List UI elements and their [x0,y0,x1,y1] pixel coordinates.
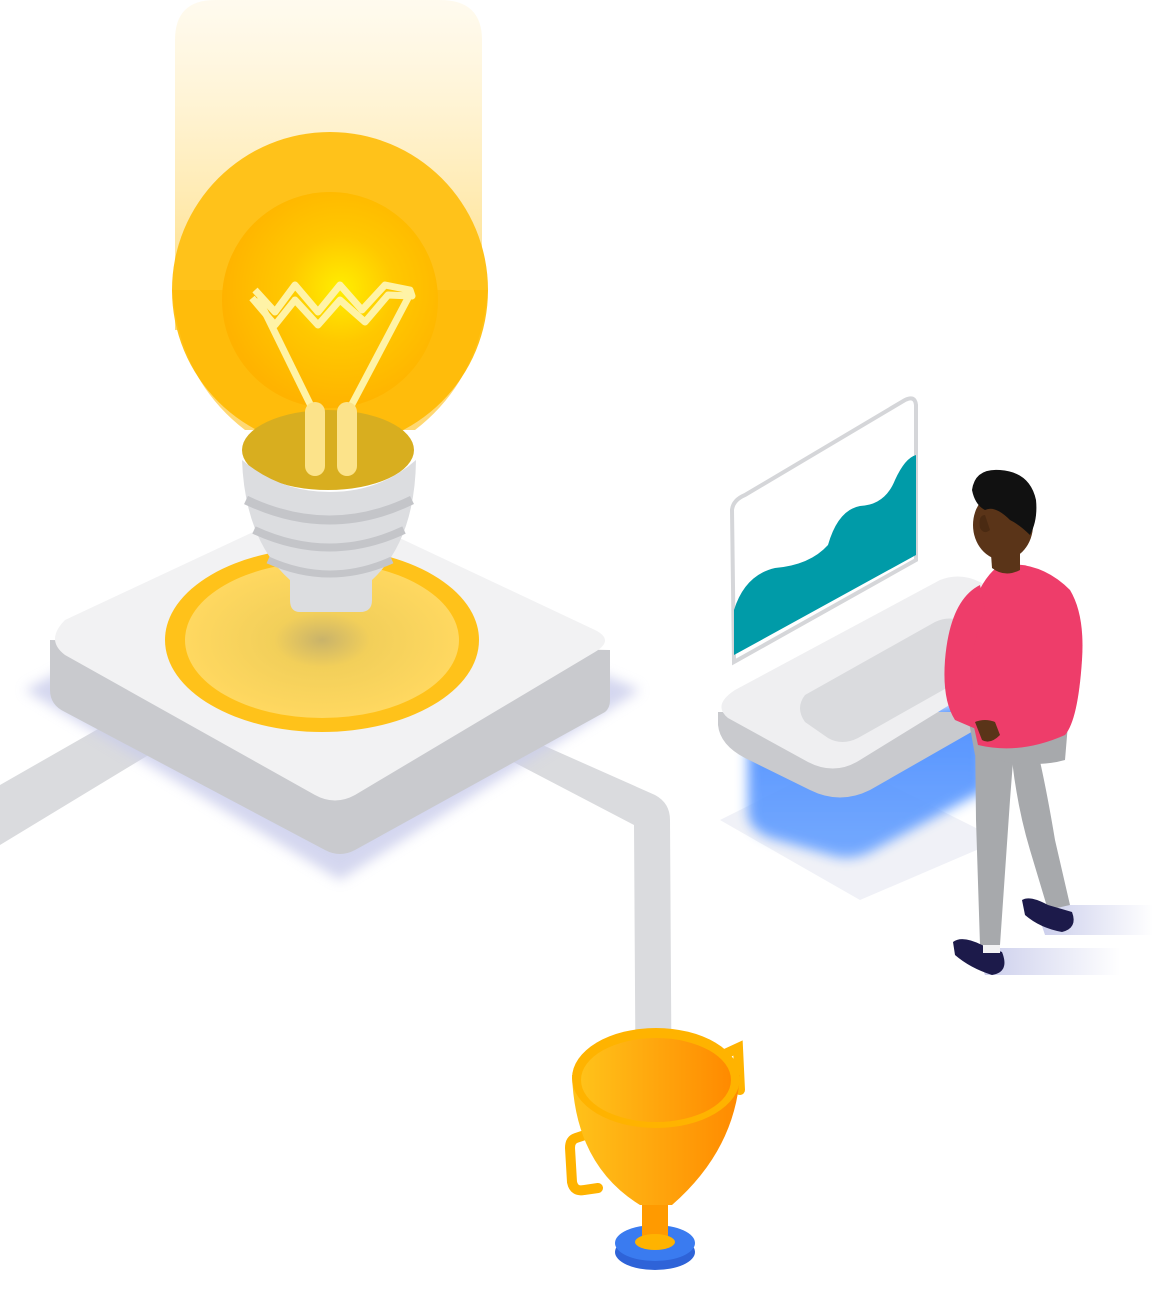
idea-to-success-illustration [0,0,1153,1270]
person-leg-front [975,730,1015,945]
bulb-post-right [337,402,357,476]
trophy-cup-inside [581,1038,731,1122]
light-bulb [172,0,488,612]
trophy-foot [635,1234,675,1250]
person-sock-left [983,945,1000,953]
person-leg-back [1010,740,1070,910]
bulb-post-left [305,402,325,476]
person [944,469,1153,975]
trophy [564,1028,745,1270]
